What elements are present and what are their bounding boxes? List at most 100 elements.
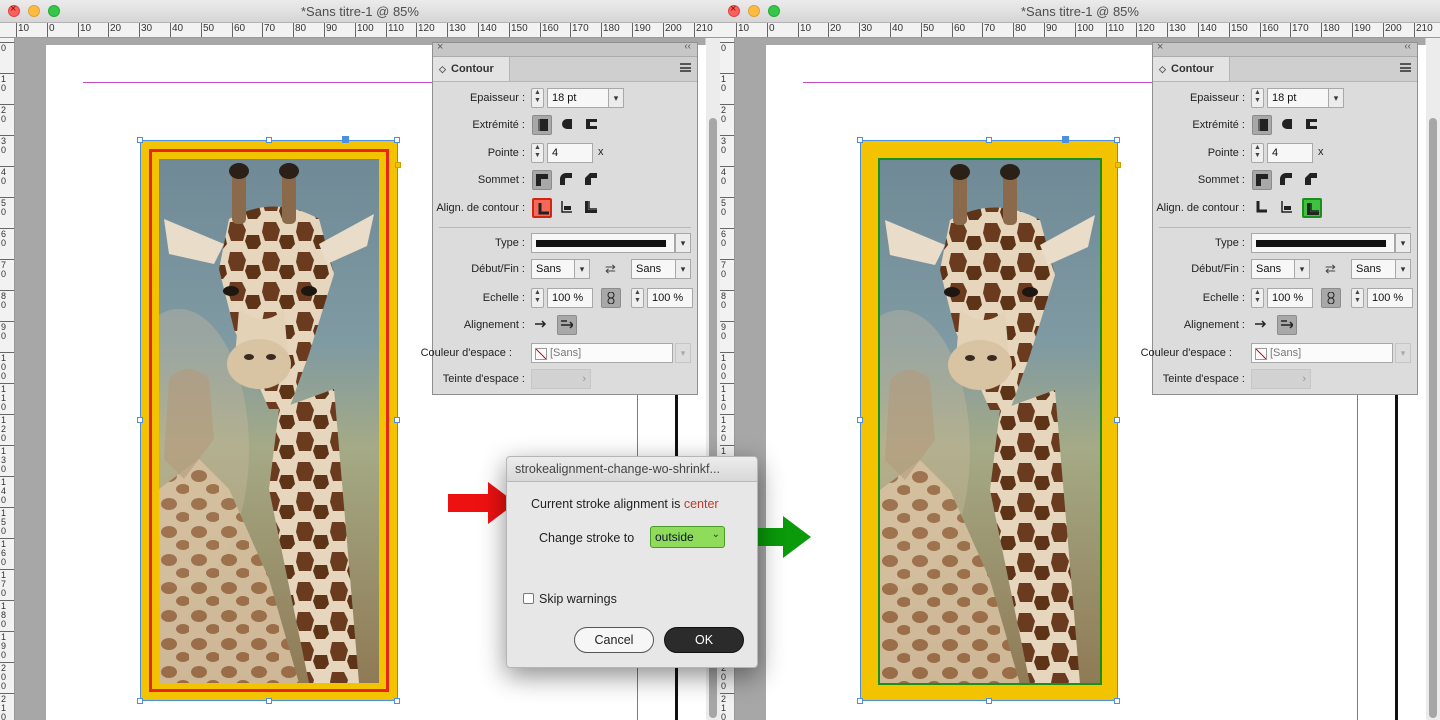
echelle-end-field[interactable]: 100 % — [1367, 288, 1413, 308]
couleur-espace-select[interactable]: [Sans] — [531, 343, 673, 363]
round-cap-icon[interactable] — [557, 115, 577, 135]
debut-dropdown[interactable]: ▾ — [574, 259, 590, 279]
selection-handle[interactable] — [986, 137, 992, 143]
round-cap-icon[interactable] — [1277, 115, 1297, 135]
debut-select[interactable]: Sans — [1251, 259, 1295, 279]
content-grabber-handle[interactable] — [342, 136, 349, 143]
selection-handle[interactable] — [1114, 137, 1120, 143]
echelle-start-stepper[interactable]: ▲ ▼ — [1251, 288, 1264, 308]
epaisseur-field[interactable]: 18 pt — [1267, 88, 1331, 108]
align-center-icon[interactable] — [532, 198, 552, 218]
giraffe-image[interactable] — [159, 159, 379, 683]
miter-join-icon[interactable] — [1252, 170, 1272, 190]
selection-handle[interactable] — [857, 417, 863, 423]
cancel-button[interactable]: Cancel — [574, 627, 654, 653]
content-grabber-handle[interactable] — [1062, 136, 1069, 143]
type-dropdown[interactable]: ▾ — [1395, 233, 1411, 253]
echelle-start-field[interactable]: 100 % — [1267, 288, 1313, 308]
epaisseur-stepper[interactable]: ▲ ▼ — [1251, 88, 1264, 108]
fin-dropdown[interactable]: ▾ — [675, 259, 691, 279]
selection-handle[interactable] — [1114, 698, 1120, 704]
type-select[interactable] — [531, 233, 675, 253]
selection-handle[interactable] — [394, 698, 400, 704]
type-select[interactable] — [1251, 233, 1395, 253]
bevel-join-icon[interactable] — [1302, 170, 1322, 190]
panel-menu-icon[interactable] — [680, 63, 691, 72]
selection-handle[interactable] — [266, 698, 272, 704]
couleur-espace-dropdown[interactable]: ▾ — [1395, 343, 1411, 363]
echelle-start-field[interactable]: 100 % — [547, 288, 593, 308]
fin-select[interactable]: Sans — [631, 259, 676, 279]
butt-cap-icon[interactable] — [1252, 115, 1272, 135]
selection-handle[interactable] — [137, 698, 143, 704]
projecting-cap-icon[interactable] — [1302, 115, 1322, 135]
epaisseur-field[interactable]: 18 pt — [547, 88, 611, 108]
align-center-icon[interactable] — [1252, 198, 1272, 218]
collapse-panel-icon[interactable]: ‹‹ — [684, 41, 691, 52]
ok-button[interactable]: OK — [664, 627, 744, 653]
fin-dropdown[interactable]: ▾ — [1395, 259, 1411, 279]
selection-handle[interactable] — [857, 137, 863, 143]
selection-handle[interactable] — [1114, 417, 1120, 423]
debut-dropdown[interactable]: ▾ — [1294, 259, 1310, 279]
echelle-end-stepper[interactable]: ▲ ▼ — [631, 288, 644, 308]
echelle-end-stepper[interactable]: ▲ ▼ — [1351, 288, 1364, 308]
skip-warnings-label[interactable]: Skip warnings — [539, 592, 617, 606]
arrow-inside-icon[interactable] — [557, 315, 577, 335]
giraffe-image[interactable] — [880, 160, 1100, 684]
pointe-stepper[interactable]: ▲ ▼ — [1251, 143, 1264, 163]
horizontal-ruler[interactable]: 10 0 10 20 30 40 50 60 70 80 90 100 110 120 130 140 150 1… — [0, 23, 720, 38]
selection-handle[interactable] — [137, 417, 143, 423]
vertical-ruler[interactable]: 0 10 20 30 40 50 60 70 80 90 100 110 120 130 140 150 160… — [0, 38, 15, 720]
align-inside-icon[interactable] — [1277, 198, 1297, 218]
arrow-extend-icon[interactable] — [1252, 315, 1272, 335]
couleur-espace-select[interactable]: [Sans] — [1251, 343, 1393, 363]
vertical-scrollbar[interactable] — [1425, 38, 1440, 720]
round-join-icon[interactable] — [1277, 170, 1297, 190]
selection-handle[interactable] — [986, 698, 992, 704]
projecting-cap-icon[interactable] — [582, 115, 602, 135]
epaisseur-dropdown[interactable]: ▾ — [608, 88, 624, 108]
couleur-espace-dropdown[interactable]: ▾ — [675, 343, 691, 363]
bevel-join-icon[interactable] — [582, 170, 602, 190]
selection-handle[interactable] — [394, 417, 400, 423]
link-chain-icon[interactable] — [1321, 288, 1341, 308]
echelle-end-field[interactable]: 100 % — [647, 288, 693, 308]
fin-select[interactable]: Sans — [1351, 259, 1396, 279]
echelle-start-stepper[interactable]: ▲ ▼ — [531, 288, 544, 308]
tab-contour[interactable]: ◇ Contour — [433, 57, 510, 81]
align-inside-icon[interactable] — [557, 198, 577, 218]
pointe-stepper[interactable]: ▲ ▼ — [531, 143, 544, 163]
panel-header[interactable]: × ‹‹ — [433, 41, 697, 57]
type-dropdown[interactable]: ▾ — [675, 233, 691, 253]
selection-handle[interactable] — [266, 137, 272, 143]
link-chain-icon[interactable] — [601, 288, 621, 308]
corner-option-handle[interactable] — [1115, 162, 1121, 168]
miter-join-icon[interactable] — [532, 170, 552, 190]
scrollbar-thumb[interactable] — [1429, 118, 1437, 718]
title-bar[interactable]: *Sans titre-1 @ 85% — [720, 0, 1440, 23]
selection-handle[interactable] — [394, 137, 400, 143]
round-join-icon[interactable] — [557, 170, 577, 190]
arrow-extend-icon[interactable] — [532, 315, 552, 335]
butt-cap-icon[interactable] — [532, 115, 552, 135]
collapse-panel-icon[interactable]: ‹‹ — [1404, 41, 1411, 52]
change-stroke-select[interactable]: outside ⌄ — [650, 526, 725, 548]
horizontal-ruler[interactable]: 10 0 10 20 30 40 50 60 70 80 90 100 110 120 130 140 150 1… — [720, 23, 1440, 38]
tab-contour[interactable]: ◇ Contour — [1153, 57, 1230, 81]
epaisseur-stepper[interactable]: ▲ ▼ — [531, 88, 544, 108]
align-outside-icon[interactable] — [1302, 198, 1322, 218]
arrow-inside-icon[interactable] — [1277, 315, 1297, 335]
corner-option-handle[interactable] — [395, 162, 401, 168]
panel-menu-icon[interactable] — [1400, 63, 1411, 72]
align-outside-icon[interactable] — [582, 198, 602, 218]
swap-arrows-icon[interactable]: ⇄ — [1325, 261, 1336, 277]
selection-handle[interactable] — [137, 137, 143, 143]
teinte-espace-field[interactable]: › — [531, 369, 591, 389]
epaisseur-dropdown[interactable]: ▾ — [1328, 88, 1344, 108]
title-bar[interactable]: *Sans titre-1 @ 85% — [0, 0, 720, 23]
dialog-title-bar[interactable]: strokealignment-change-wo-shrinkf... — [507, 457, 757, 482]
pointe-field[interactable]: 4 — [547, 143, 593, 163]
skip-warnings-checkbox[interactable] — [523, 593, 534, 604]
teinte-espace-field[interactable]: › — [1251, 369, 1311, 389]
